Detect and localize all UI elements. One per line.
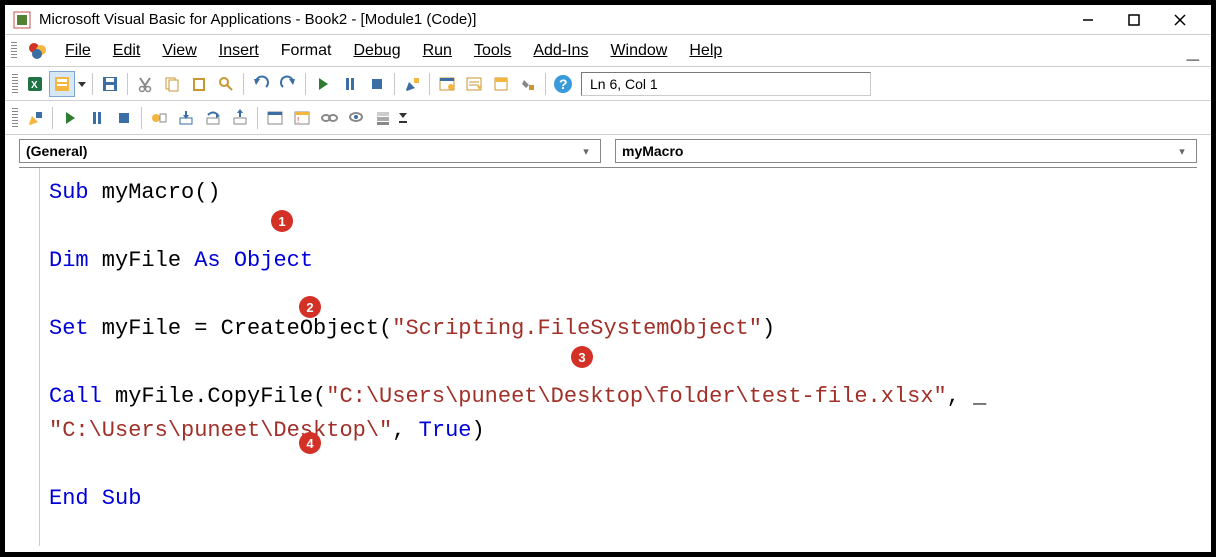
step-into-button[interactable] [173, 105, 199, 131]
object-selector[interactable]: (General) ▾ [19, 139, 601, 163]
menubar: File Edit View Insert Format Debug Run T… [5, 35, 1211, 67]
watch-window-button[interactable] [316, 105, 342, 131]
project-explorer-button[interactable] [434, 71, 460, 97]
app-icon [13, 11, 31, 29]
menu-debug[interactable]: Debug [343, 40, 410, 62]
menu-insert[interactable]: Insert [209, 40, 269, 62]
callout-3: 3 [571, 346, 593, 368]
menu-help[interactable]: Help [679, 40, 732, 62]
redo-button[interactable] [275, 71, 301, 97]
step-over-button[interactable] [200, 105, 226, 131]
close-button[interactable] [1157, 7, 1203, 33]
find-button[interactable] [213, 71, 239, 97]
properties-button[interactable] [461, 71, 487, 97]
design-mode-button[interactable] [399, 71, 425, 97]
reset-button[interactable] [364, 71, 390, 97]
menu-format[interactable]: Format [271, 40, 342, 62]
gear-icon [27, 40, 49, 62]
main-toolbar: X ? Ln 6, Col 1 [5, 67, 1211, 101]
run-button[interactable] [310, 71, 336, 97]
stop-icon [372, 79, 382, 89]
menu-file[interactable]: File [55, 40, 101, 62]
pause-icon [346, 78, 354, 90]
window-title: Microsoft Visual Basic for Applications … [39, 11, 1065, 28]
mdi-minimize-icon[interactable]: _ [1181, 46, 1205, 56]
callout-2: 2 [299, 296, 321, 318]
call-stack-button[interactable] [370, 105, 396, 131]
step-out-button[interactable] [227, 105, 253, 131]
dropdown-icon[interactable] [76, 71, 88, 97]
code-selectors: (General) ▾ myMacro ▾ [5, 135, 1211, 167]
object-browser-button[interactable] [488, 71, 514, 97]
paste-button[interactable] [186, 71, 212, 97]
menu-view[interactable]: View [152, 40, 206, 62]
play-icon [319, 78, 328, 90]
cut-button[interactable] [132, 71, 158, 97]
save-button[interactable] [97, 71, 123, 97]
minimize-button[interactable] [1065, 7, 1111, 33]
callout-4: 4 [299, 432, 321, 454]
excel-view-button[interactable]: X [22, 71, 48, 97]
cursor-position: Ln 6, Col 1 [581, 72, 871, 96]
code-content: Sub myMacro() Dim myFile As Object Set m… [49, 176, 1189, 516]
help-button[interactable]: ? [550, 71, 576, 97]
copy-button[interactable] [159, 71, 185, 97]
design-mode-button-2[interactable] [22, 105, 48, 131]
chevron-down-icon: ▾ [1174, 145, 1190, 158]
svg-text:X: X [31, 80, 38, 91]
app-window: Microsoft Visual Basic for Applications … [4, 4, 1212, 553]
menu-edit[interactable]: Edit [103, 40, 151, 62]
break-button-2[interactable] [84, 105, 110, 131]
menu-addins[interactable]: Add-Ins [523, 40, 598, 62]
debug-toolbar: ! [5, 101, 1211, 135]
stop-icon [119, 113, 129, 123]
toggle-breakpoint-button[interactable] [146, 105, 172, 131]
procedure-selector[interactable]: myMacro ▾ [615, 139, 1197, 163]
maximize-button[interactable] [1111, 7, 1157, 33]
margin-line [39, 168, 40, 546]
menu-tools[interactable]: Tools [464, 40, 521, 62]
immediate-window-button[interactable]: ! [289, 105, 315, 131]
grip-icon [12, 108, 18, 128]
pause-icon [93, 112, 101, 124]
reset-button-2[interactable] [111, 105, 137, 131]
insert-module-button[interactable] [49, 71, 75, 97]
code-editor[interactable]: Sub myMacro() Dim myFile As Object Set m… [19, 167, 1197, 546]
grip-icon [11, 42, 17, 60]
locals-window-button[interactable] [262, 105, 288, 131]
quick-watch-button[interactable] [343, 105, 369, 131]
svg-text:?: ? [559, 76, 568, 92]
toolbox-button[interactable] [515, 71, 541, 97]
titlebar: Microsoft Visual Basic for Applications … [5, 5, 1211, 35]
chevron-down-icon: ▾ [578, 145, 594, 158]
callout-1: 1 [271, 210, 293, 232]
menu-window[interactable]: Window [600, 40, 677, 62]
menu-run[interactable]: Run [413, 40, 462, 62]
grip-icon [12, 74, 18, 94]
svg-text:!: ! [297, 116, 299, 125]
play-icon [66, 112, 75, 124]
undo-button[interactable] [248, 71, 274, 97]
break-button[interactable] [337, 71, 363, 97]
run-button-2[interactable] [57, 105, 83, 131]
toolbar-overflow-icon[interactable] [397, 105, 409, 131]
